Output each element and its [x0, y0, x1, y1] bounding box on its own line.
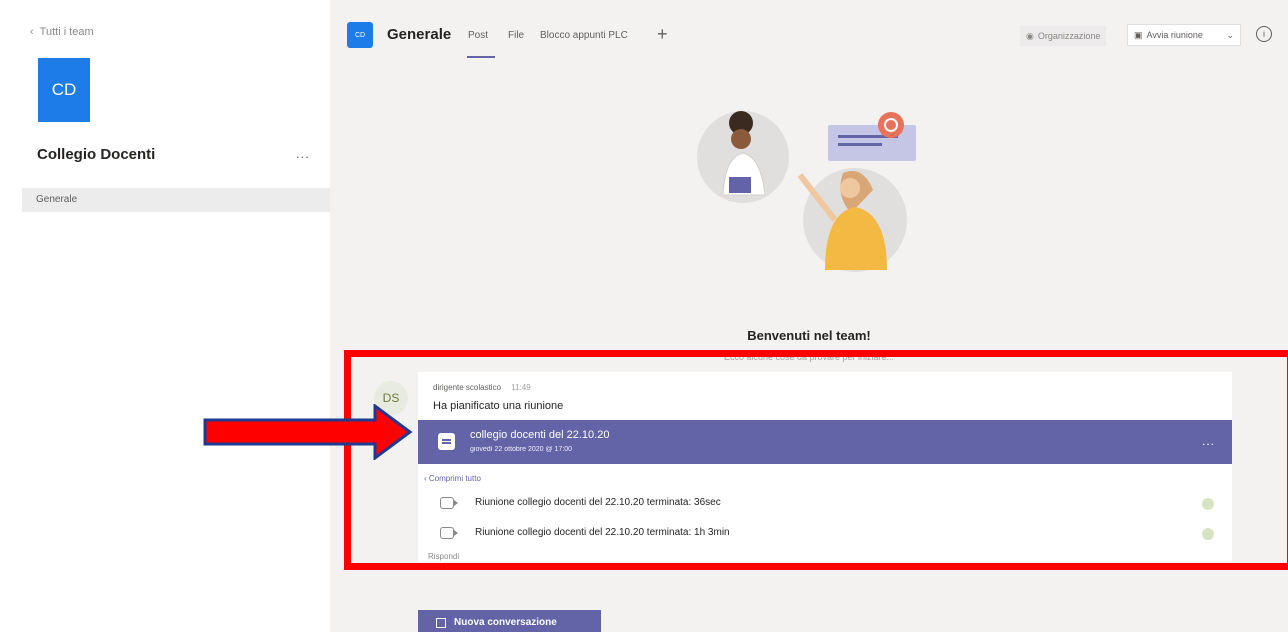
chevron-down-icon: ⌄ [1226, 29, 1234, 40]
compose-icon [436, 618, 446, 628]
new-conversation-label: Nuova conversazione [454, 617, 557, 628]
channel-info-icon[interactable]: i [1256, 26, 1272, 42]
team-avatar: CD [38, 58, 90, 122]
sidebar-item-generale[interactable]: Generale [22, 188, 330, 212]
start-meeting-label: Avvia riunione [1146, 30, 1203, 40]
back-to-teams-link[interactable]: ‹ Tutti i team [30, 26, 94, 38]
new-conversation-button[interactable]: Nuova conversazione [418, 610, 601, 632]
channel-title: Generale [387, 26, 452, 43]
welcome-illustration [697, 111, 916, 272]
org-chart-icon: ◉ [1026, 30, 1034, 41]
annotation-highlight-box [344, 350, 1288, 570]
video-camera-icon: ▣ [1134, 29, 1143, 40]
annotation-arrow-icon [203, 404, 413, 460]
tab-file[interactable]: File [508, 30, 524, 41]
team-name: Collegio Docenti [37, 146, 156, 163]
back-label: Tutti i team [39, 26, 94, 38]
organization-button[interactable]: ◉ Organizzazione [1020, 26, 1107, 46]
start-meeting-button[interactable]: ▣ Avvia riunione ⌄ [1127, 24, 1241, 46]
tab-post[interactable]: Post [468, 30, 488, 41]
tab-blocco-appunti[interactable]: Blocco appunti PLC [540, 30, 628, 41]
welcome-title: Benvenuti nel team! [747, 328, 871, 343]
add-tab-button[interactable]: + [657, 24, 668, 45]
organization-label: Organizzazione [1037, 31, 1101, 41]
teams-sidebar: ‹ Tutti i team CD Collegio Docenti ... G… [0, 0, 330, 632]
teams-window: ‹ Tutti i team CD Collegio Docenti ... G… [0, 0, 1288, 632]
team-more-options-icon[interactable]: ... [296, 146, 310, 161]
channel-avatar: CD [347, 22, 373, 48]
channel-header: CD Generale Post File Blocco appunti PLC… [330, 0, 1288, 72]
chevron-left-icon: ‹ [30, 26, 34, 38]
active-tab-indicator [467, 56, 495, 58]
